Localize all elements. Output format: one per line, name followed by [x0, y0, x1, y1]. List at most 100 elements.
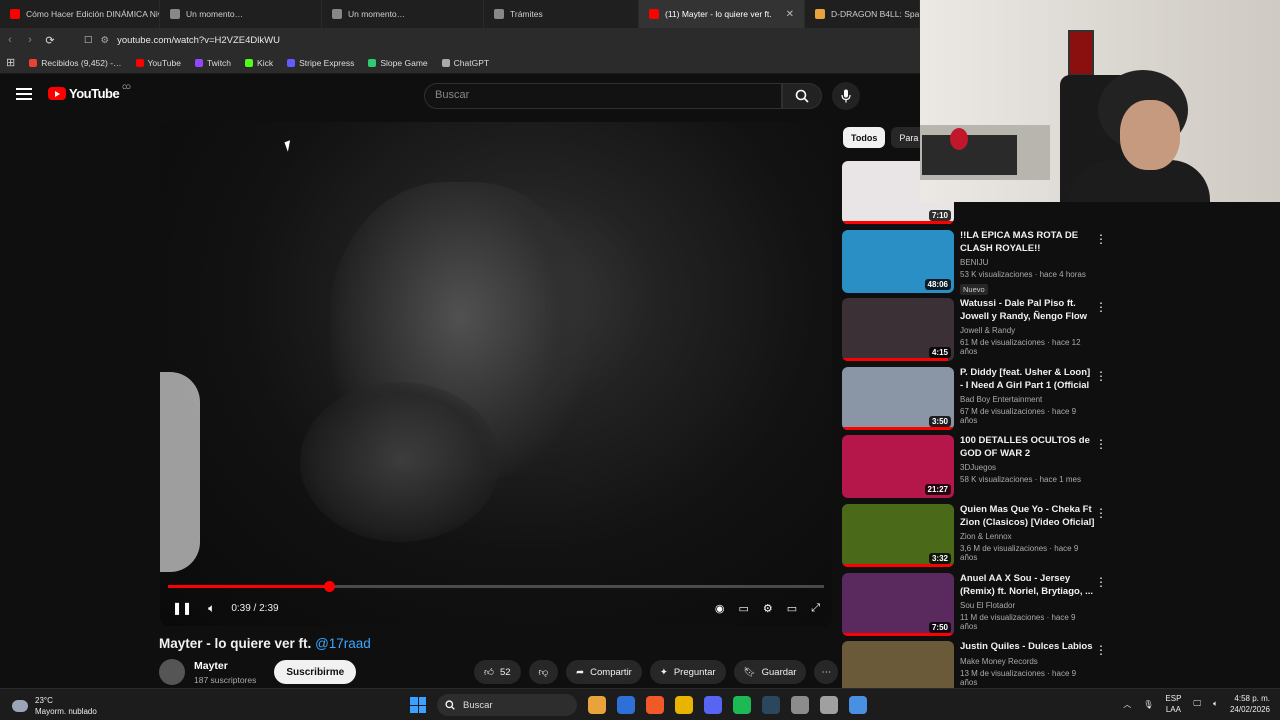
url-text[interactable]: youtube.com/watch?v=H2VZE4DlkWU [117, 35, 280, 46]
taskbar-search[interactable]: Buscar [437, 694, 577, 716]
recommendation-title[interactable]: Quien Mas Que Yo - Cheka Ft Zion (Clasic… [960, 504, 1095, 529]
more-options-icon[interactable]: ⋮ [1095, 575, 1107, 589]
bookmark-item[interactable]: Slope Game [368, 58, 428, 68]
taskbar-app-icon[interactable] [675, 696, 693, 714]
weather-widget[interactable]: 23°C Mayorm. nublado [12, 695, 97, 717]
recommendation-item[interactable]: 4:15 Watussi - Dale Pal Piso ft. Jowell y… [842, 298, 1112, 362]
recommendation-title[interactable]: Anuel AA X Sou - Jersey (Remix) ft. Nori… [960, 573, 1095, 598]
settings-icon[interactable]: ⚙ [763, 602, 773, 615]
recommendation-title[interactable]: Watussi - Dale Pal Piso ft. Jowell y Ran… [960, 298, 1095, 323]
more-options-icon[interactable]: ⋮ [1095, 369, 1107, 383]
video-thumbnail[interactable]: 3:32 [842, 504, 954, 567]
recommendation-item[interactable]: 3:50 P. Diddy [feat. Usher & Loon] - I Ne… [842, 367, 1112, 431]
bookmark-item[interactable]: ChatGPT [441, 58, 489, 68]
recommendation-item[interactable]: 7:50 Anuel AA X Sou - Jersey (Remix) ft. … [842, 573, 1112, 637]
bookmark-item[interactable]: Kick [245, 58, 273, 68]
recommendation-title[interactable]: 100 DETALLES OCULTOS de GOD OF WAR 2 [960, 435, 1095, 460]
channel-name[interactable]: Mayter [194, 660, 256, 672]
more-options-icon[interactable]: ⋮ [1095, 643, 1107, 657]
taskbar-app-icon[interactable] [849, 696, 867, 714]
browser-tab[interactable]: Un momento… [322, 0, 484, 28]
recommendation-item[interactable]: 48:06 !!LA EPICA MAS ROTA DE CLASH ROYALE… [842, 230, 1112, 295]
speaker-icon[interactable]: 🔈︎ [1213, 699, 1218, 709]
browser-tab[interactable]: Cómo Hacer Edición DINÁMICA Niv [0, 0, 160, 28]
recommendation-channel[interactable]: Jowell & Randy [960, 326, 1095, 335]
mention-link[interactable]: @17raad [315, 636, 371, 651]
recommendation-channel[interactable]: Make Money Records [960, 657, 1095, 666]
apps-grid-icon[interactable]: ⊞ [6, 56, 15, 69]
search-input[interactable]: Buscar [424, 83, 782, 109]
share-button[interactable]: ➦ Compartir [566, 660, 642, 684]
voice-search-button[interactable] [832, 82, 860, 110]
pause-icon[interactable]: ❚❚ [172, 601, 192, 615]
more-options-icon[interactable]: ⋮ [1095, 300, 1107, 314]
youtube-logo[interactable]: YouTube CO [48, 85, 131, 101]
recommendation-title[interactable]: Justin Quiles - Dulces Labios [960, 641, 1095, 654]
chevron-up-icon[interactable]: ︿ [1123, 699, 1131, 710]
menu-icon[interactable] [16, 88, 32, 100]
language-indicator[interactable]: ESP LAA [1165, 693, 1181, 715]
video-thumbnail[interactable]: 4:15 [842, 298, 954, 361]
more-options-icon[interactable]: ⋮ [1095, 506, 1107, 520]
browser-tab[interactable]: (11) Mayter - lo quiere ver ft. ✕ [639, 0, 805, 28]
forward-icon[interactable]: › [20, 34, 40, 46]
video-thumbnail[interactable]: 7:50 [842, 573, 954, 636]
taskbar-app-icon[interactable] [646, 696, 664, 714]
search-button[interactable] [782, 83, 822, 109]
windows-start-icon[interactable] [410, 697, 426, 713]
video-thumbnail[interactable]: 48:06 [842, 230, 954, 293]
mic-icon[interactable]: 🎙︎ [1143, 700, 1153, 709]
progress-bar[interactable] [168, 581, 824, 592]
taskbar-app-icon[interactable] [733, 696, 751, 714]
more-options-icon[interactable]: ⋮ [1095, 437, 1107, 451]
network-icon[interactable]: 🖵︎ [1193, 699, 1201, 709]
browser-tab[interactable]: Trámites [484, 0, 639, 28]
taskbar-app-icon[interactable] [704, 696, 722, 714]
fullscreen-icon[interactable]: ⤢ [811, 602, 820, 615]
taskbar-app-icon[interactable] [820, 696, 838, 714]
recommendation-channel[interactable]: BENIJU [960, 258, 1095, 267]
bookmark-item[interactable]: YouTube [135, 58, 181, 68]
taskbar-app-icon[interactable] [791, 696, 809, 714]
recommendation-title[interactable]: !!LA EPICA MAS ROTA DE CLASH ROYALE!! [960, 230, 1095, 255]
video-thumbnail[interactable]: 21:27 [842, 435, 954, 498]
browser-tab[interactable]: Un momento… [160, 0, 322, 28]
video-thumbnail[interactable]: 3:50 [842, 367, 954, 430]
autoplay-toggle-icon[interactable]: ◉ [715, 602, 725, 615]
like-button[interactable]: 👍︎ 52 [474, 660, 521, 684]
more-options-icon[interactable]: ⋮ [1095, 232, 1107, 246]
recommendation-channel[interactable]: 3DJuegos [960, 463, 1095, 472]
recommendation-title[interactable]: P. Diddy [feat. Usher & Loon] - I Need A… [960, 367, 1095, 392]
back-icon[interactable]: ‹ [0, 34, 20, 46]
ask-button[interactable]: ✦ Preguntar [649, 660, 726, 684]
site-info-icon[interactable]: ⚙ [101, 35, 110, 46]
browser-tab[interactable]: D-DRAGON B4LL: Spar [805, 0, 920, 28]
mic-icon [841, 89, 851, 103]
recommendation-channel[interactable]: Zion & Lennox [960, 532, 1095, 541]
bookmark-item[interactable]: Twitch [194, 58, 231, 68]
bookmark-icon[interactable]: ☐ [84, 35, 93, 46]
more-actions-button[interactable]: ⋯ [814, 660, 838, 684]
subtitles-icon[interactable]: ▭ [739, 602, 749, 615]
recommendation-item[interactable]: 21:27 100 DETALLES OCULTOS de GOD OF WAR … [842, 435, 1112, 499]
recommendation-item[interactable]: 3:32 Quien Mas Que Yo - Cheka Ft Zion (Cl… [842, 504, 1112, 568]
recommendation-channel[interactable]: Bad Boy Entertainment [960, 395, 1095, 404]
bookmark-item[interactable]: Stripe Express [287, 58, 354, 68]
taskbar-app-icon[interactable] [617, 696, 635, 714]
chip-todos[interactable]: Todos [843, 127, 886, 148]
video-player[interactable]: ❚❚ 🔈︎ 0:39 / 2:39 ◉ ▭ ⚙ ▭ ⤢ [160, 122, 832, 626]
dislike-button[interactable]: 👎︎ [528, 660, 559, 684]
save-button[interactable]: 🔖︎ Guardar [733, 660, 807, 684]
theater-mode-icon[interactable]: ▭ [787, 602, 797, 615]
recommendation-channel[interactable]: Sou El Flotador [960, 601, 1095, 610]
progress-scrubber[interactable] [323, 581, 335, 592]
avatar[interactable] [159, 659, 185, 685]
reload-icon[interactable]: ⟳ [40, 34, 60, 47]
taskbar-app-icon[interactable] [762, 696, 780, 714]
taskbar-app-icon[interactable] [588, 696, 606, 714]
volume-icon[interactable]: 🔈︎ [208, 601, 215, 616]
bookmark-item[interactable]: Recibidos (9,452) -… [29, 58, 122, 68]
clock[interactable]: 4:58 p. m. 24/02/2026 [1230, 693, 1270, 715]
close-tab-icon[interactable]: ✕ [786, 9, 794, 20]
subscribe-button[interactable]: Suscribirme [274, 660, 357, 684]
